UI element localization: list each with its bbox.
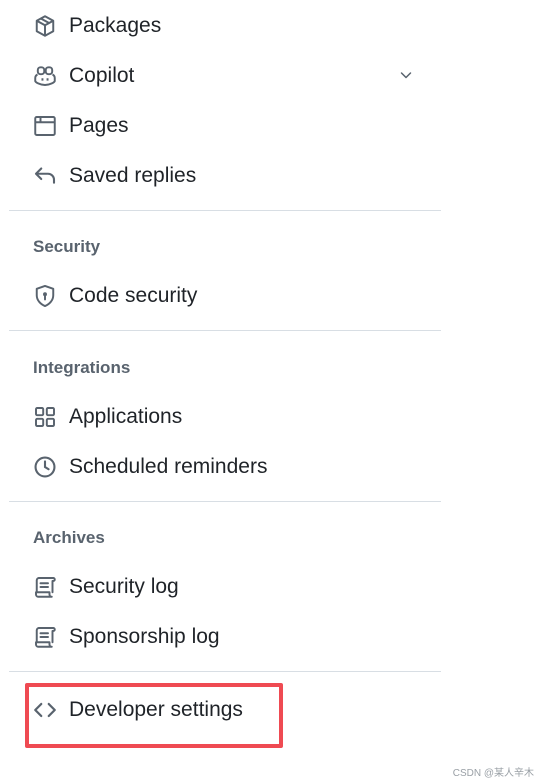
sidebar-item-packages[interactable]: Packages [24,4,424,48]
sidebar-item-label: Applications [69,405,183,428]
section-heading-archives: Archives [33,528,105,547]
sidebar-item-label: Code security [69,284,198,307]
package-icon [32,13,58,39]
sidebar-item-pages[interactable]: Pages [24,104,424,148]
sidebar-item-security-log[interactable]: Security log [24,565,424,609]
chevron-down-icon[interactable] [394,63,418,87]
sidebar-item-code-security[interactable]: Code security [24,274,424,318]
sidebar-item-label: Saved replies [69,164,197,187]
sidebar-item-label: Security log [69,575,179,598]
sidebar-item-saved-replies[interactable]: Saved replies [24,154,424,198]
sidebar-item-label: Packages [69,14,162,37]
section-divider [9,330,441,331]
sidebar-item-copilot[interactable]: Copilot [24,54,424,98]
sidebar-item-applications[interactable]: Applications [24,395,424,439]
highlight-box [25,683,283,748]
apps-icon [32,404,58,430]
sidebar-item-sponsorship-log[interactable]: Sponsorship log [24,615,424,659]
section-divider [9,671,441,672]
shield-lock-icon [32,283,58,309]
copilot-icon [32,63,58,89]
sidebar-item-label: Copilot [69,64,135,87]
sidebar-item-label: Sponsorship log [69,625,220,648]
section-divider [9,501,441,502]
section-heading-security: Security [33,237,101,256]
section-divider [9,210,441,211]
watermark: CSDN @某人辛木 [452,768,534,779]
reply-icon [32,163,58,189]
sidebar-item-label: Scheduled reminders [69,455,268,478]
browser-icon [32,113,58,139]
log-icon [32,624,58,650]
sidebar-item-scheduled-reminders[interactable]: Scheduled reminders [24,445,424,489]
section-heading-integrations: Integrations [33,358,131,377]
log-icon [32,574,58,600]
settings-sidebar: Packages Copilot Pages Saved replies Sec… [0,0,540,783]
clock-icon [32,454,58,480]
sidebar-item-label: Pages [69,114,129,137]
